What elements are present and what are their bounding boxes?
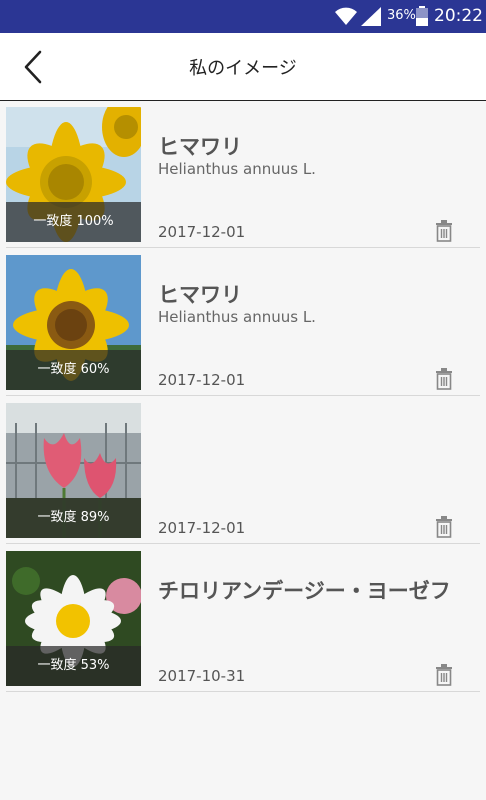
- plant-thumbnail[interactable]: 一致度 53%: [6, 551, 141, 686]
- date-label: 2017-12-01: [158, 223, 246, 241]
- date-label: 2017-12-01: [158, 371, 246, 389]
- trash-icon[interactable]: [434, 220, 454, 242]
- trash-icon[interactable]: [434, 368, 454, 390]
- list-item[interactable]: 一致度 100% ヒマワリ Helianthus annuus L. 2017-…: [6, 101, 480, 248]
- plant-name: ヒマワリ: [158, 283, 242, 307]
- plant-thumbnail[interactable]: 一致度 89%: [6, 403, 141, 538]
- list-item[interactable]: 一致度 89% 2017-12-01: [6, 397, 480, 544]
- app-bar: 私のイメージ: [0, 33, 486, 101]
- battery-percent: 36%: [387, 8, 416, 23]
- plant-thumbnail[interactable]: 一致度 60%: [6, 255, 141, 390]
- trash-icon[interactable]: [434, 516, 454, 538]
- signal-icon: [361, 7, 381, 26]
- wifi-icon: [335, 7, 357, 25]
- match-score: 一致度 53%: [6, 646, 141, 686]
- plant-name: ヒマワリ: [158, 135, 242, 159]
- page-title: 私のイメージ: [189, 58, 297, 79]
- status-bar: 36% 20:22: [0, 0, 486, 33]
- plant-thumbnail[interactable]: 一致度 100%: [6, 107, 141, 242]
- battery-icon: [416, 6, 428, 26]
- clock: 20:22: [434, 6, 483, 26]
- match-score: 一致度 60%: [6, 350, 141, 390]
- trash-icon[interactable]: [434, 664, 454, 686]
- match-score: 一致度 100%: [6, 202, 141, 242]
- date-label: 2017-12-01: [158, 519, 246, 537]
- plant-name: チロリアンデージー・ヨーゼフ: [158, 579, 451, 603]
- list-item[interactable]: 一致度 53% チロリアンデージー・ヨーゼフ 2017-10-31: [6, 545, 480, 692]
- date-label: 2017-10-31: [158, 667, 246, 685]
- list-item[interactable]: 一致度 60% ヒマワリ Helianthus annuus L. 2017-1…: [6, 249, 480, 396]
- match-score: 一致度 89%: [6, 498, 141, 538]
- scientific-name: Helianthus annuus L.: [158, 308, 316, 326]
- scientific-name: Helianthus annuus L.: [158, 160, 316, 178]
